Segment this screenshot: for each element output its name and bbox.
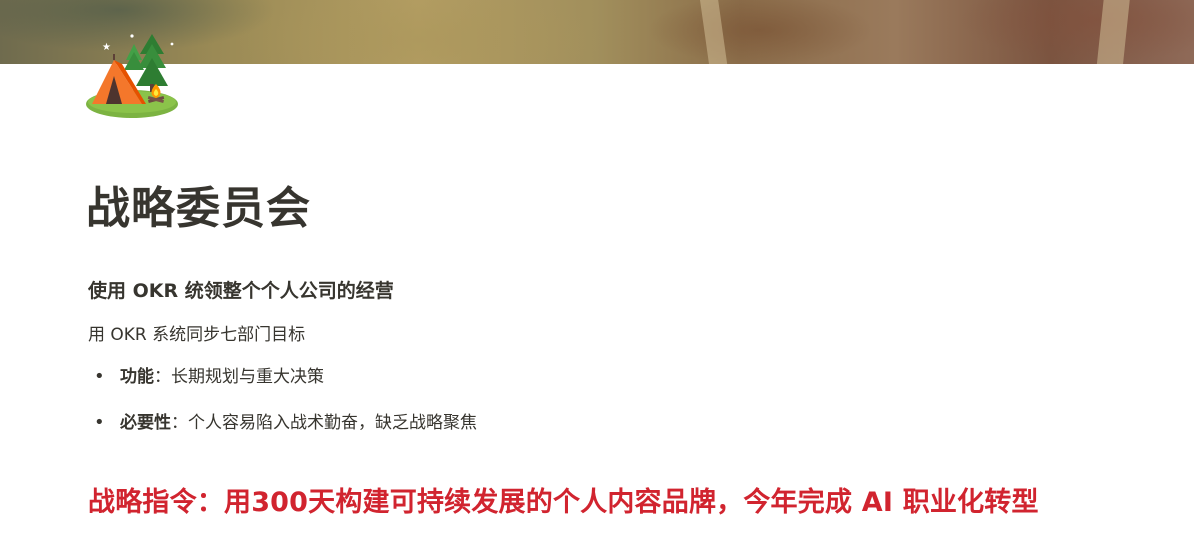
strategic-directive-heading[interactable]: 战略指令：用300天构建可持续发展的个人内容品牌，今年完成 AI 职业化转型 [88, 480, 1039, 519]
cover-brush-stroke [1095, 0, 1131, 64]
page-title[interactable]: 战略委员会 [86, 172, 311, 236]
cover-brush-stroke [698, 0, 730, 64]
bullet-separator: ： [154, 367, 171, 387]
bullet-dot-icon: • [94, 366, 105, 387]
bullet-dot-icon: • [94, 412, 105, 433]
bullet-item-necessity[interactable]: • 必要性：个人容易陷入战术勤奋，缺乏战略聚焦 [88, 408, 477, 454]
bullet-label: 必要性 [120, 413, 171, 433]
bullet-text: 长期规划与重大决策 [171, 367, 324, 387]
bullet-label: 功能 [120, 367, 154, 387]
bullet-list: • 功能：长期规划与重大决策 • 必要性：个人容易陷入战术勤奋，缺乏战略聚焦 [88, 362, 477, 454]
description-paragraph[interactable]: 用 OKR 系统同步七部门目标 [88, 320, 305, 345]
camping-tent-icon[interactable]: ★ [84, 30, 184, 122]
bullet-separator: ： [171, 413, 188, 433]
section-heading[interactable]: 使用 OKR 统领整个个人公司的经营 [88, 276, 394, 303]
bullet-item-function[interactable]: • 功能：长期规划与重大决策 [88, 362, 477, 408]
notion-page: ★ 战略委员会 使用 OKR 统领整个个人公司的经营 用 OKR 系统同步七部门… [0, 0, 1194, 543]
svg-text:★: ★ [102, 42, 111, 53]
bullet-text: 个人容易陷入战术勤奋，缺乏战略聚焦 [188, 413, 477, 433]
